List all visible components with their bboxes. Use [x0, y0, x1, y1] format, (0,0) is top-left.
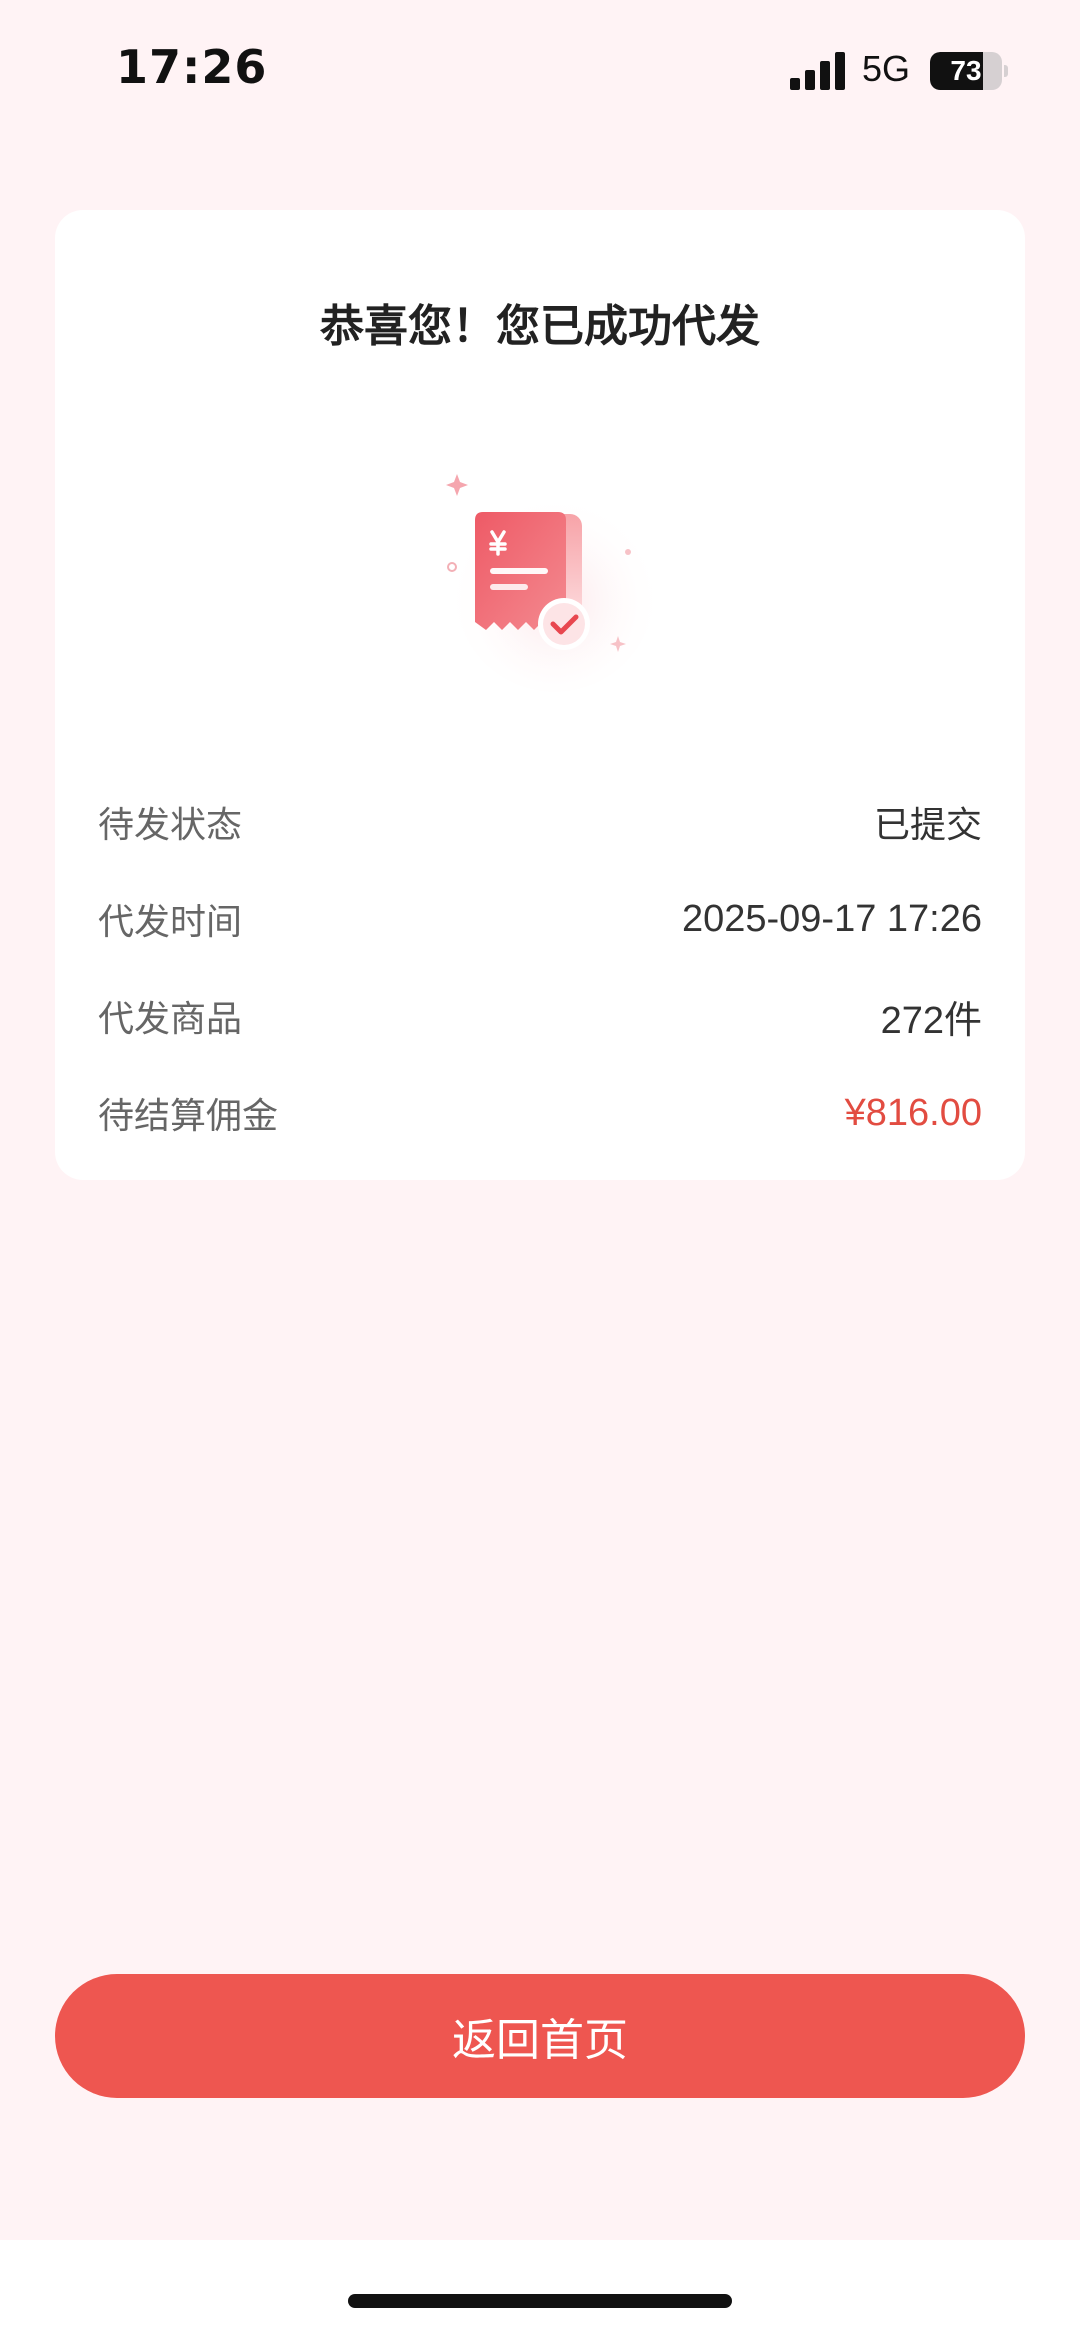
result-card: 恭喜您！您已成功代发 待发状态 已提交 代发时间 2025-09-17 17:2…	[55, 210, 1025, 1180]
page-title: 恭喜您！您已成功代发	[320, 301, 760, 352]
status-bar: 17:26 5G 73	[0, 0, 1080, 140]
time-value: 2025-09-17 17:26	[681, 897, 982, 940]
time-label: 代发时间	[98, 902, 243, 943]
time-row: 代发时间 2025-09-17 17:26	[98, 889, 982, 949]
commission-value: ¥816.00	[844, 1091, 982, 1134]
commission-label: 待结算佣金	[98, 1096, 279, 1137]
return-home-button[interactable]: 返回首页	[55, 1974, 1025, 2098]
home-indicator[interactable]	[348, 2294, 732, 2308]
commission-row: 待结算佣金 ¥816.00	[98, 1083, 982, 1143]
status-time: 17:26	[116, 40, 268, 94]
success-screen: 17:26 5G 73 恭喜您！您已成功代发 待发状态 已提交 代发时间 202…	[0, 0, 1080, 2240]
goods-value: 272件	[880, 999, 982, 1042]
status-row: 待发状态 已提交	[98, 792, 982, 852]
receipt-check-icon	[446, 474, 655, 692]
goods-label: 代发商品	[98, 999, 243, 1040]
network-type: 5G	[862, 48, 911, 89]
status-label: 待发状态	[98, 805, 243, 846]
cellular-signal-icon	[790, 52, 845, 90]
goods-row: 代发商品 272件	[98, 986, 982, 1046]
battery-percentage: 73	[950, 55, 982, 86]
status-value: 已提交	[873, 805, 982, 846]
battery-icon: 73	[930, 52, 1008, 90]
